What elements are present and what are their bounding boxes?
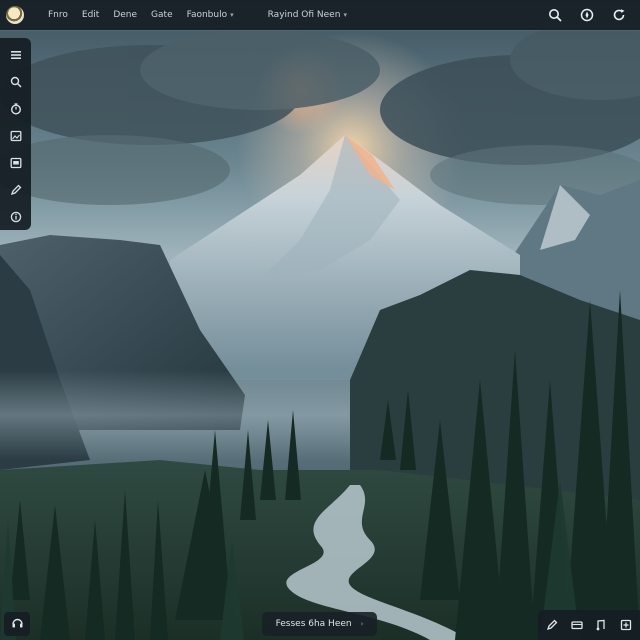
layout-icon[interactable] [542,615,562,635]
image-icon[interactable] [5,125,27,146]
bottom-center-label: Fesses 6ha Heen [275,619,352,629]
menu-item-create[interactable]: Gate [137,10,173,20]
top-right-icons [544,4,640,26]
note-icon[interactable] [591,615,611,635]
top-bar: Fnro Edit Dene Gate Faonbulo ▾ Rayind Ofi… [0,0,640,30]
timer-icon[interactable] [5,98,27,119]
info-icon[interactable] [5,206,27,227]
left-toolbar [0,38,31,230]
bottom-center-dropdown[interactable]: Fesses 6ha Heen › [262,612,377,636]
search-icon[interactable] [544,4,566,26]
headphones-icon [11,616,24,632]
mountain-landscape-image [0,0,640,640]
search-icon[interactable] [5,71,27,92]
main-menu: Fnro Edit Dene Gate Faonbulo ▾ Rayind Ofi… [34,10,347,20]
menu-item-view[interactable]: Dene [99,10,137,20]
headphones-button[interactable] [4,612,30,636]
chevron-down-icon: ▾ [230,11,234,19]
compass-icon[interactable] [576,4,598,26]
chevron-down-icon: ▾ [343,11,347,19]
stack-icon[interactable] [567,615,587,635]
chevron-right-icon: › [360,620,364,628]
pen-icon[interactable] [5,179,27,200]
bottom-right-toolbar [538,610,640,640]
refresh-icon[interactable] [608,4,630,26]
menu-item-edit[interactable]: Edit [68,10,99,20]
export-icon[interactable] [616,615,636,635]
layers-icon[interactable] [5,44,27,65]
gallery-icon[interactable] [5,152,27,173]
menu-item-file[interactable]: Fnro [34,10,68,20]
app-logo-icon[interactable] [6,6,24,24]
menu-item-format[interactable]: Faonbulo ▾ [173,10,234,20]
workspace-selector[interactable]: Rayind Ofi Neen ▾ [254,10,347,20]
